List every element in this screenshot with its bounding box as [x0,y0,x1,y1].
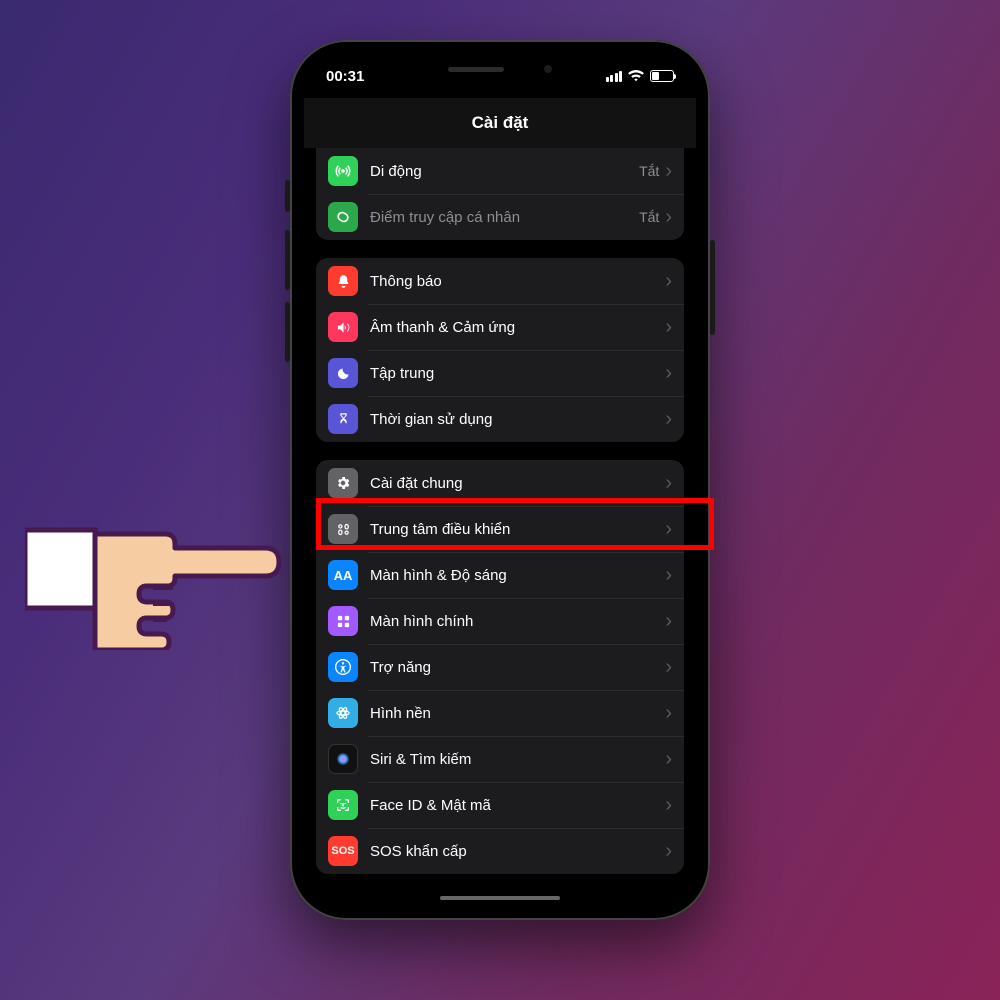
side-button-volume-down [285,302,290,362]
sounds-icon [328,312,358,342]
sos-icon: SOS [328,836,358,866]
row-label: Trợ năng [370,659,665,676]
row-value: Tắt [639,209,659,225]
row-siri[interactable]: Siri & Tìm kiếm › [316,736,684,782]
chevron-right-icon: › [665,363,672,383]
chevron-right-icon: › [665,565,672,585]
chevron-right-icon: › [665,841,672,861]
focus-icon [328,358,358,388]
control-center-icon [328,514,358,544]
status-time: 00:31 [326,68,364,85]
chevron-right-icon: › [665,161,672,181]
row-notifications[interactable]: Thông báo › [316,258,684,304]
row-faceid[interactable]: Face ID & Mật mã › [316,782,684,828]
chevron-right-icon: › [665,473,672,493]
row-focus[interactable]: Tập trung › [316,350,684,396]
phone-frame: 00:31 Cài đặt Di động Tắt › [290,40,710,920]
settings-group-general: Cài đặt chung › Trung tâm điều khiển › A… [316,460,684,874]
row-label: Âm thanh & Cảm ứng [370,319,665,336]
front-camera [544,65,552,73]
chevron-right-icon: › [665,409,672,429]
row-wallpaper[interactable]: Hình nền › [316,690,684,736]
row-general[interactable]: Cài đặt chung › [316,460,684,506]
display-icon: AA [328,560,358,590]
row-label: Thông báo [370,273,665,290]
chevron-right-icon: › [665,795,672,815]
side-button-silent [285,180,290,212]
chevron-right-icon: › [665,749,672,769]
side-button-volume-up [285,230,290,290]
row-display[interactable]: AA Màn hình & Độ sáng › [316,552,684,598]
nav-header: Cài đặt [304,98,696,148]
row-label: SOS khẩn cấp [370,843,665,860]
gear-icon [328,468,358,498]
chevron-right-icon: › [665,703,672,723]
cellular-icon [328,156,358,186]
row-control-center[interactable]: Trung tâm điều khiển › [316,506,684,552]
row-cellular[interactable]: Di động Tắt › [316,148,684,194]
speaker-grille [448,67,504,72]
chevron-right-icon: › [665,317,672,337]
row-sounds[interactable]: Âm thanh & Cảm ứng › [316,304,684,350]
status-right [606,70,675,82]
row-value: Tắt [639,163,659,179]
row-sos[interactable]: SOS SOS khẩn cấp › [316,828,684,874]
row-label: Cài đặt chung [370,475,665,492]
faceid-icon [328,790,358,820]
chevron-right-icon: › [665,207,672,227]
page-title: Cài đặt [472,113,529,133]
cellular-signal-icon [606,71,623,82]
row-label: Thời gian sử dụng [370,411,665,428]
settings-group-connectivity: Di động Tắt › Điểm truy cập cá nhân Tắt … [316,148,684,240]
chevron-right-icon: › [665,519,672,539]
row-label: Di động [370,163,639,180]
pointing-hand-icon [25,470,305,650]
chevron-right-icon: › [665,657,672,677]
chevron-right-icon: › [665,611,672,631]
row-label: Siri & Tìm kiếm [370,751,665,768]
row-label: Hình nền [370,705,665,722]
row-label: Face ID & Mật mã [370,797,665,814]
row-accessibility[interactable]: Trợ năng › [316,644,684,690]
row-hotspot[interactable]: Điểm truy cập cá nhân Tắt › [316,194,684,240]
siri-icon [328,744,358,774]
wallpaper-icon [328,698,358,728]
row-homescreen[interactable]: Màn hình chính › [316,598,684,644]
row-screentime[interactable]: Thời gian sử dụng › [316,396,684,442]
row-label: Màn hình chính [370,613,665,630]
row-label: Tập trung [370,365,665,382]
row-label: Màn hình & Độ sáng [370,567,665,584]
home-indicator[interactable] [440,896,560,900]
side-button-power [710,240,715,335]
row-label: Trung tâm điều khiển [370,521,665,538]
battery-icon [650,70,674,82]
notifications-icon [328,266,358,296]
settings-group-notifications: Thông báo › Âm thanh & Cảm ứng › Tập tru… [316,258,684,442]
hotspot-icon [328,202,358,232]
screentime-icon [328,404,358,434]
screen: 00:31 Cài đặt Di động Tắt › [304,54,696,906]
row-label: Điểm truy cập cá nhân [370,209,639,226]
settings-list[interactable]: Di động Tắt › Điểm truy cập cá nhân Tắt … [304,148,696,906]
accessibility-icon [328,652,358,682]
chevron-right-icon: › [665,271,672,291]
homescreen-icon [328,606,358,636]
notch [415,54,585,84]
wifi-icon [628,70,644,82]
